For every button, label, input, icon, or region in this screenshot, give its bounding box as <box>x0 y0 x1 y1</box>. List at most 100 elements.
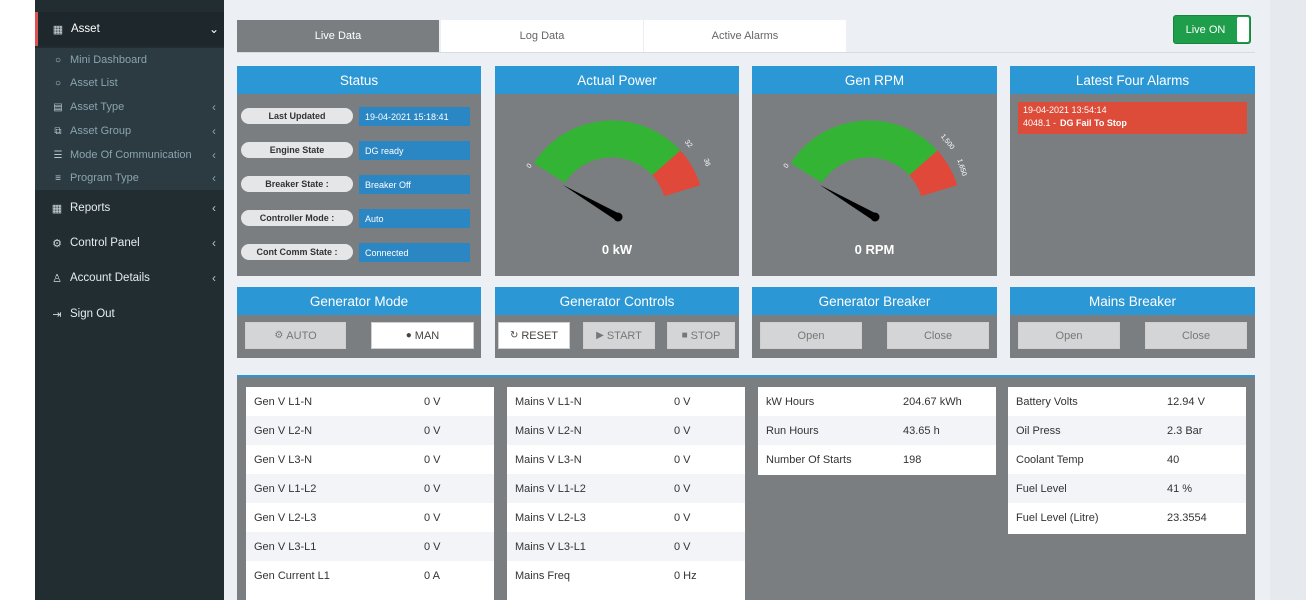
sidebar: ▦ Asset ⌄ ○ Mini Dashboard ○ Asset List … <box>35 0 224 600</box>
sidebar-item-asset-type[interactable]: ▤ Asset Type ‹ <box>35 96 224 118</box>
row-value: 40 <box>1167 453 1180 466</box>
sidebar-item-mode-of-communication[interactable]: ☰ Mode Of Communication ‹ <box>35 144 224 166</box>
chevron-left-icon: ‹ <box>212 124 216 138</box>
tab-active-alarms[interactable]: Active Alarms <box>644 20 846 52</box>
stop-button[interactable]: ■ STOP <box>667 322 735 349</box>
refresh-icon: ↻ <box>509 330 519 341</box>
row-value: 0 V <box>674 511 691 524</box>
button-label: MAN <box>414 329 440 342</box>
sidebar-item-account-details[interactable]: ♙ Account Details ‹ <box>35 263 224 293</box>
status-label: Controller Mode : <box>241 210 353 226</box>
status-value: Auto <box>359 209 470 228</box>
alarm-message: DG Fail To Stop <box>1060 118 1127 128</box>
table-row: Fuel Level 41 % <box>1008 474 1246 503</box>
reset-button[interactable]: ↻ RESET <box>498 322 570 349</box>
sidebar-item-sign-out[interactable]: ⇥ Sign Out <box>35 299 224 329</box>
live-toggle-label: Live ON <box>1185 23 1226 36</box>
sidebar-item-mini-dashboard[interactable]: ○ Mini Dashboard <box>35 49 224 71</box>
status-row-cont-comm-state: Cont Comm State : Connected <box>241 243 473 263</box>
row-value: 41 % <box>1167 482 1193 495</box>
table-row: Gen V L1-L2 0 V <box>246 474 494 503</box>
row-key: Gen V L2-L3 <box>254 511 317 524</box>
alarms-panel-title: Latest Four Alarms <box>1010 66 1255 94</box>
table-row: Mains V L2-N 0 V <box>507 416 745 445</box>
table-row: Battery Volts 12.94 V <box>1008 387 1246 416</box>
table-row: kW Hours 204.67 kWh <box>758 387 996 416</box>
mains-breaker-open-button[interactable]: Open <box>1018 322 1120 349</box>
sidebar-item-label: Asset List <box>70 77 118 89</box>
gear-icon: ⚙ <box>274 330 284 341</box>
chevron-left-icon: ‹ <box>212 171 216 185</box>
generator-breaker-close-button[interactable]: Close <box>887 322 989 349</box>
calendar-icon: ▦ <box>51 202 63 215</box>
gen-rpm-panel: Gen RPM 0 1,500 1,650 0 RPM <box>752 66 997 276</box>
table-row: Mains V L1-N 0 V <box>507 387 745 416</box>
table-row: Coolant Temp 40 <box>1008 445 1246 474</box>
actual-power-panel: Actual Power 0 32 36 0 kW <box>495 66 739 276</box>
man-mode-button[interactable]: ● MAN <box>371 322 474 349</box>
sidebar-item-label: Asset Group <box>70 125 132 137</box>
chevron-left-icon: ‹ <box>212 148 216 162</box>
row-key: Mains V L3-L1 <box>515 540 586 553</box>
status-value: Connected <box>359 243 470 262</box>
table-row: Gen V L3-L1 0 V <box>246 532 494 561</box>
grid-icon: ▦ <box>52 23 64 36</box>
row-key: Mains V L2-L3 <box>515 511 586 524</box>
sidebar-item-asset-group[interactable]: ⧉ Asset Group ‹ <box>35 120 224 142</box>
gauge-min-label: 0 <box>526 163 534 170</box>
alarm-item[interactable]: 19-04-2021 13:54:14 4048.1 - DG Fail To S… <box>1018 102 1247 134</box>
row-key: Mains V L2-N <box>515 424 582 437</box>
gauge-red-start-label: 1,500 <box>939 133 956 151</box>
table-row: Fuel Level (Litre) 23.3554 <box>1008 503 1246 532</box>
generator-breaker-title: Generator Breaker <box>752 287 997 315</box>
table-row: Gen V L2-N 0 V <box>246 416 494 445</box>
generator-breaker-open-button[interactable]: Open <box>760 322 862 349</box>
gen-values-table: Gen V L1-N 0 V Gen V L2-N 0 V Gen V L3-N 0 … <box>246 387 494 600</box>
mains-breaker-close-button[interactable]: Close <box>1145 322 1247 349</box>
row-value: 0 V <box>424 540 441 553</box>
status-label: Breaker State : <box>241 176 353 192</box>
sidebar-item-program-type[interactable]: ≡ Program Type ‹ <box>35 167 224 189</box>
circle-icon: ○ <box>54 54 62 66</box>
gauge-min-label: 0 <box>783 163 791 170</box>
row-key: Oil Press <box>1016 424 1061 437</box>
status-label: Last Updated <box>241 108 353 124</box>
start-button[interactable]: ▶ START <box>583 322 655 349</box>
alarm-code: 4048.1 - <box>1023 118 1057 128</box>
auto-mode-button[interactable]: ⚙ AUTO <box>245 322 346 349</box>
sidebar-item-label: Asset <box>71 23 100 35</box>
row-value: 43.65 h <box>903 424 940 437</box>
list-icon: ☰ <box>53 149 63 161</box>
sidebar-item-asset[interactable]: ▦ Asset ⌄ <box>35 12 224 46</box>
sidebar-item-control-panel[interactable]: ⚙ Control Panel ‹ <box>35 228 224 258</box>
live-toggle[interactable]: Live ON <box>1173 15 1251 44</box>
row-key: Gen V L3-L1 <box>254 540 317 553</box>
sidebar-item-label: Account Details <box>70 272 150 284</box>
table-row: Gen V L2-L3 0 V <box>246 503 494 532</box>
mains-breaker-panel: Mains Breaker Open Close <box>1010 287 1255 358</box>
row-value: 0 V <box>674 453 691 466</box>
play-icon: ▶ <box>596 330 604 341</box>
gauge-red-start-label: 32 <box>683 139 693 150</box>
sidebar-item-asset-list[interactable]: ○ Asset List <box>35 72 224 94</box>
mains-values-table: Mains V L1-N 0 V Mains V L2-N 0 V Mains V … <box>507 387 745 600</box>
tab-log-data[interactable]: Log Data <box>441 20 643 52</box>
sidebar-item-reports[interactable]: ▦ Reports ‹ <box>35 193 224 223</box>
user-icon: ♙ <box>52 272 62 285</box>
status-label: Engine State <box>241 142 353 158</box>
alarm-detail: 4048.1 - DG Fail To Stop <box>1023 117 1242 130</box>
row-value: 0 V <box>424 511 441 524</box>
table-row: Mains V L1-L2 0 V <box>507 474 745 503</box>
status-value: Breaker Off <box>359 175 470 194</box>
cogs-icon: ⚙ <box>52 237 62 250</box>
gen-rpm-value: 0 RPM <box>854 242 895 257</box>
chevron-left-icon: ‹ <box>212 236 216 250</box>
row-value: 0 V <box>424 424 441 437</box>
tab-live-data[interactable]: Live Data <box>237 20 439 52</box>
generator-breaker-panel: Generator Breaker Open Close <box>752 287 997 358</box>
status-row-controller-mode: Controller Mode : Auto <box>241 209 473 229</box>
sidebar-item-label: Reports <box>70 202 111 214</box>
actual-power-title: Actual Power <box>495 66 739 94</box>
gauge-pivot <box>870 212 880 222</box>
generator-controls-title: Generator Controls <box>495 287 739 315</box>
